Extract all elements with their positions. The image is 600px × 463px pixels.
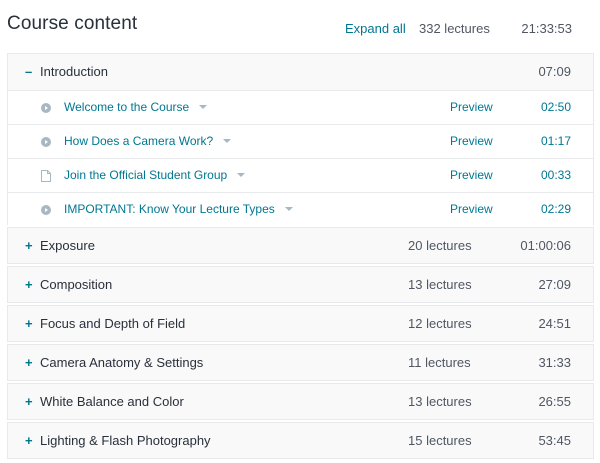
preview-link[interactable]: Preview xyxy=(450,159,493,192)
chevron-down-icon[interactable] xyxy=(284,206,293,211)
section-header[interactable]: + Lighting & Flash Photography 15 lectur… xyxy=(8,423,593,459)
expand-icon: + xyxy=(25,238,33,253)
section-title: Introduction xyxy=(40,64,108,79)
section-exposure[interactable]: + Exposure 20 lectures 01:00:06 xyxy=(7,227,594,264)
expand-icon: + xyxy=(25,433,33,448)
section-title: Lighting & Flash Photography xyxy=(40,433,211,448)
lecture-title[interactable]: How Does a Camera Work? xyxy=(64,125,232,158)
total-lecture-count: 332 lectures xyxy=(419,21,490,36)
expand-icon: + xyxy=(25,316,33,331)
section-white-balance-color[interactable]: + White Balance and Color 13 lectures 26… xyxy=(7,383,594,420)
lecture-item[interactable]: Welcome to the Course Preview 02:50 xyxy=(8,91,593,125)
chevron-down-icon[interactable] xyxy=(223,138,232,143)
document-icon xyxy=(41,170,51,182)
collapse-icon: – xyxy=(25,64,33,79)
section-title: White Balance and Color xyxy=(40,394,184,409)
section-duration: 07:09 xyxy=(538,64,571,79)
section-header[interactable]: + Exposure 20 lectures 01:00:06 xyxy=(8,228,593,264)
section-header[interactable]: + White Balance and Color 13 lectures 26… xyxy=(8,384,593,420)
expand-icon: + xyxy=(25,394,33,409)
section-duration: 31:33 xyxy=(538,355,571,370)
section-composition[interactable]: + Composition 13 lectures 27:09 xyxy=(7,266,594,303)
lecture-duration: 02:50 xyxy=(540,100,571,114)
expand-icon: + xyxy=(25,277,33,292)
chevron-down-icon[interactable] xyxy=(199,104,208,109)
section-lighting-flash-photography[interactable]: + Lighting & Flash Photography 15 lectur… xyxy=(7,422,594,459)
section-header[interactable]: + Camera Anatomy & Settings 11 lectures … xyxy=(8,345,593,381)
expand-all-button[interactable]: Expand all xyxy=(345,21,406,36)
expand-icon: + xyxy=(25,355,33,370)
preview-link[interactable]: Preview xyxy=(450,193,493,226)
section-title: Exposure xyxy=(40,238,95,253)
section-title: Camera Anatomy & Settings xyxy=(40,355,204,370)
lecture-item[interactable]: IMPORTANT: Know Your Lecture Types Previ… xyxy=(8,193,593,226)
section-lecture-count: 13 lectures xyxy=(408,394,472,409)
lecture-title[interactable]: IMPORTANT: Know Your Lecture Types xyxy=(64,193,293,226)
section-lecture-count: 20 lectures xyxy=(408,238,472,253)
lecture-title[interactable]: Welcome to the Course xyxy=(64,91,208,124)
section-duration: 01:00:06 xyxy=(520,238,571,253)
section-title: Composition xyxy=(40,277,113,292)
section-header-introduction[interactable]: – Introduction 07:09 xyxy=(8,54,593,91)
total-duration: 21:33:53 xyxy=(521,21,572,36)
lecture-item[interactable]: How Does a Camera Work? Preview 01:17 xyxy=(8,125,593,159)
section-duration: 26:55 xyxy=(538,394,571,409)
preview-link[interactable]: Preview xyxy=(450,91,493,124)
lecture-duration: 02:29 xyxy=(540,202,571,216)
section-lecture-count: 13 lectures xyxy=(408,277,472,292)
lecture-item[interactable]: Join the Official Student Group Preview … xyxy=(8,159,593,193)
course-content-panel: Course content Expand all 332 lectures 2… xyxy=(0,0,600,463)
section-camera-anatomy-settings[interactable]: + Camera Anatomy & Settings 11 lectures … xyxy=(7,344,594,381)
section-lecture-count: 11 lectures xyxy=(408,355,471,370)
section-focus-depth-of-field[interactable]: + Focus and Depth of Field 12 lectures 2… xyxy=(7,305,594,342)
section-header[interactable]: + Composition 13 lectures 27:09 xyxy=(8,267,593,303)
section-title: Focus and Depth of Field xyxy=(40,316,186,331)
lecture-title[interactable]: Join the Official Student Group xyxy=(64,159,246,192)
section-lecture-count: 12 lectures xyxy=(408,316,472,331)
play-circle-icon xyxy=(41,137,51,147)
page-title: Course content xyxy=(7,13,138,34)
section-lecture-count: 15 lectures xyxy=(408,433,472,448)
lecture-duration: 01:17 xyxy=(540,134,571,148)
course-content-header: Course content Expand all 332 lectures 2… xyxy=(0,0,600,52)
play-circle-icon xyxy=(41,205,51,215)
section-duration: 24:51 xyxy=(538,316,571,331)
section-duration: 27:09 xyxy=(538,277,571,292)
section-introduction: – Introduction 07:09 Welcome to the Cour… xyxy=(7,53,594,226)
section-header[interactable]: + Focus and Depth of Field 12 lectures 2… xyxy=(8,306,593,342)
preview-link[interactable]: Preview xyxy=(450,125,493,158)
chevron-down-icon[interactable] xyxy=(237,172,246,177)
lecture-duration: 00:33 xyxy=(540,168,571,182)
play-circle-icon xyxy=(41,103,51,113)
section-duration: 53:45 xyxy=(538,433,571,448)
